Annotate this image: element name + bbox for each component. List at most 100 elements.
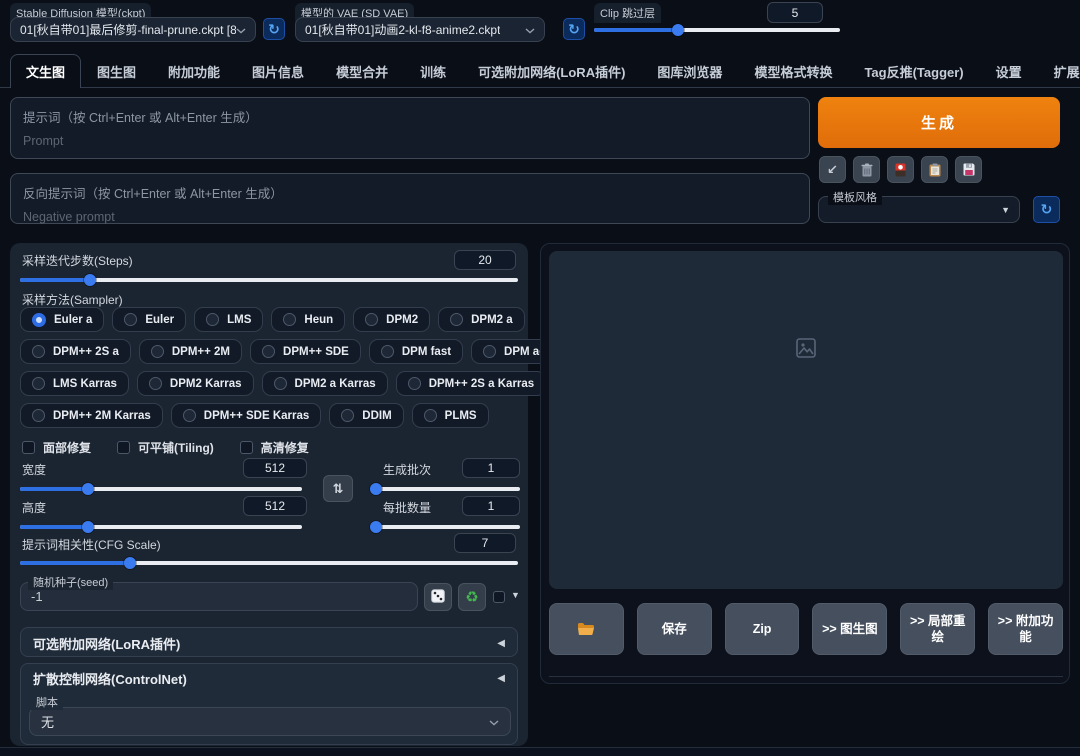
tab-img2img[interactable]: 图生图 xyxy=(81,54,152,88)
slider-handle[interactable] xyxy=(370,521,382,533)
generate-button[interactable]: 生成 xyxy=(818,97,1060,148)
negative-prompt-input[interactable]: 反向提示词（按 Ctrl+Enter 或 Alt+Enter 生成） Negat… xyxy=(10,173,810,224)
sampler-option-euler[interactable]: Euler xyxy=(112,307,186,332)
sampler-option-label: Heun xyxy=(304,314,333,326)
swap-dimensions-button[interactable]: ⇅ xyxy=(323,475,353,502)
apply-style-button[interactable] xyxy=(921,156,948,183)
height-value[interactable]: 512 xyxy=(243,496,307,516)
slider-track[interactable] xyxy=(373,525,520,529)
sampler-option-dpm2[interactable]: DPM2 xyxy=(353,307,430,332)
clip-skip-slider[interactable] xyxy=(594,23,840,36)
paste-arrow-icon: ↙ xyxy=(827,162,838,178)
dice-icon xyxy=(431,589,445,606)
sampler-option-dpm-sde[interactable]: DPM++ SDE xyxy=(250,339,361,364)
prompt-placeholder: 提示词（按 Ctrl+Enter 或 Alt+Enter 生成） xyxy=(23,107,797,126)
slider-handle[interactable] xyxy=(84,274,96,286)
sampler-option-dpm-fast[interactable]: DPM fast xyxy=(369,339,463,364)
random-seed-button[interactable] xyxy=(424,583,452,611)
tab-txt2img[interactable]: 文生图 xyxy=(10,54,81,88)
output-image-area[interactable] xyxy=(549,251,1063,589)
reuse-seed-button[interactable]: ♻ xyxy=(458,583,486,611)
clear-prompt-button[interactable] xyxy=(853,156,880,183)
clipboard-icon xyxy=(929,163,941,177)
sampler-option-euler-a[interactable]: Euler a xyxy=(20,307,104,332)
tab-checkpoint-merger[interactable]: 模型合并 xyxy=(320,54,404,88)
send-to-extras-button[interactable]: >> 附加功能 xyxy=(988,603,1063,655)
paste-params-button[interactable]: ↙ xyxy=(819,156,846,183)
sampler-option-dpm2-karras[interactable]: DPM2 Karras xyxy=(137,371,254,396)
checkbox-icon[interactable] xyxy=(117,441,130,454)
lora-accordion-label: 可选附加网络(LoRA插件) xyxy=(33,634,180,653)
send-to-img2img-button[interactable]: >> 图生图 xyxy=(812,603,887,655)
seed-label: 随机种子(seed) xyxy=(28,574,113,590)
height-slider[interactable] xyxy=(20,520,302,533)
refresh-styles-button[interactable]: ↻ xyxy=(1033,196,1060,223)
width-slider[interactable] xyxy=(20,482,302,495)
tab-extensions[interactable]: 扩展 xyxy=(1038,54,1080,88)
steps-slider[interactable] xyxy=(20,273,518,286)
slider-handle[interactable] xyxy=(82,521,94,533)
script-dropdown[interactable]: 无 xyxy=(29,707,511,736)
extra-networks-button[interactable] xyxy=(887,156,914,183)
clip-skip-value[interactable]: 5 xyxy=(767,2,823,23)
batch-count-value[interactable]: 1 xyxy=(462,458,520,478)
sampler-option-heun[interactable]: Heun xyxy=(271,307,345,332)
slider-handle[interactable] xyxy=(124,557,136,569)
lora-accordion-header[interactable]: 可选附加网络(LoRA插件) ◀ xyxy=(21,628,517,658)
toggle-tiling[interactable]: 可平铺(Tiling) xyxy=(117,439,214,456)
batch-size-slider[interactable] xyxy=(373,520,520,533)
controlnet-accordion-header[interactable]: 扩散控制网络(ControlNet) ◀ xyxy=(21,664,517,692)
cfg-value[interactable]: 7 xyxy=(454,533,516,553)
toggle-restore-faces[interactable]: 面部修复 xyxy=(22,439,91,456)
save-style-button[interactable] xyxy=(955,156,982,183)
prompt-input[interactable]: 提示词（按 Ctrl+Enter 或 Alt+Enter 生成） Prompt xyxy=(10,97,810,159)
seed-extra-checkbox[interactable] xyxy=(493,591,505,603)
width-label: 宽度 xyxy=(22,461,46,478)
ckpt-dropdown[interactable]: 01[秋自带01]最后修剪-final-prune.ckpt [89d59c xyxy=(10,17,256,42)
width-value[interactable]: 512 xyxy=(243,458,307,478)
slider-handle[interactable] xyxy=(82,483,94,495)
sampler-option-dpm-2m-karras[interactable]: DPM++ 2M Karras xyxy=(20,403,163,428)
open-folder-button[interactable] xyxy=(549,603,624,655)
refresh-ckpt-button[interactable]: ↻ xyxy=(263,18,285,40)
radio-icon xyxy=(149,377,162,390)
tab-settings[interactable]: 设置 xyxy=(980,54,1038,88)
slider-fill xyxy=(20,561,130,565)
sampler-option-lms-karras[interactable]: LMS Karras xyxy=(20,371,129,396)
save-button[interactable]: 保存 xyxy=(637,603,712,655)
steps-value[interactable]: 20 xyxy=(454,250,516,270)
sampler-option-dpm2-a-karras[interactable]: DPM2 a Karras xyxy=(262,371,388,396)
slider-handle[interactable] xyxy=(370,483,382,495)
sampler-option-ddim[interactable]: DDIM xyxy=(329,403,403,428)
floppy-icon xyxy=(963,163,975,176)
toggle-hires-fix[interactable]: 高清修复 xyxy=(240,439,309,456)
slider-handle[interactable] xyxy=(672,24,684,36)
sampler-option-dpm-2s-a[interactable]: DPM++ 2S a xyxy=(20,339,131,364)
batch-size-value[interactable]: 1 xyxy=(462,496,520,516)
tab-extras[interactable]: 附加功能 xyxy=(152,54,236,88)
caret-down-icon[interactable]: ▼ xyxy=(511,590,520,600)
send-to-inpaint-button[interactable]: >> 局部重绘 xyxy=(900,603,975,655)
tab-tagger[interactable]: Tag反推(Tagger) xyxy=(848,54,979,88)
sampler-row: DPM++ 2M Karras DPM++ SDE Karras DDIM PLMS xyxy=(20,403,591,428)
sampler-option-dpm2-a[interactable]: DPM2 a xyxy=(438,307,525,332)
zip-button[interactable]: Zip xyxy=(725,603,800,655)
sampler-option-dpm-sde-karras[interactable]: DPM++ SDE Karras xyxy=(171,403,321,428)
tab-lora-networks[interactable]: 可选附加网络(LoRA插件) xyxy=(462,54,641,88)
refresh-vae-button[interactable]: ↻ xyxy=(563,18,585,40)
sampler-option-dpm-2s-a-karras[interactable]: DPM++ 2S a Karras xyxy=(396,371,546,396)
tab-model-convert[interactable]: 模型格式转换 xyxy=(738,54,848,88)
tab-image-browser[interactable]: 图库浏览器 xyxy=(641,54,738,88)
batch-count-slider[interactable] xyxy=(373,482,520,495)
sampler-option-plms[interactable]: PLMS xyxy=(412,403,489,428)
vae-dropdown[interactable]: 01[秋自带01]动画2-kl-f8-anime2.ckpt xyxy=(295,17,545,42)
checkbox-icon[interactable] xyxy=(22,441,35,454)
cfg-slider[interactable] xyxy=(20,556,518,569)
sampler-option-lms[interactable]: LMS xyxy=(194,307,263,332)
checkbox-icon[interactable] xyxy=(240,441,253,454)
sampler-option-dpm-2m[interactable]: DPM++ 2M xyxy=(139,339,242,364)
slider-fill xyxy=(20,525,88,529)
tab-png-info[interactable]: 图片信息 xyxy=(236,54,320,88)
slider-track[interactable] xyxy=(373,487,520,491)
tab-train[interactable]: 训练 xyxy=(404,54,462,88)
